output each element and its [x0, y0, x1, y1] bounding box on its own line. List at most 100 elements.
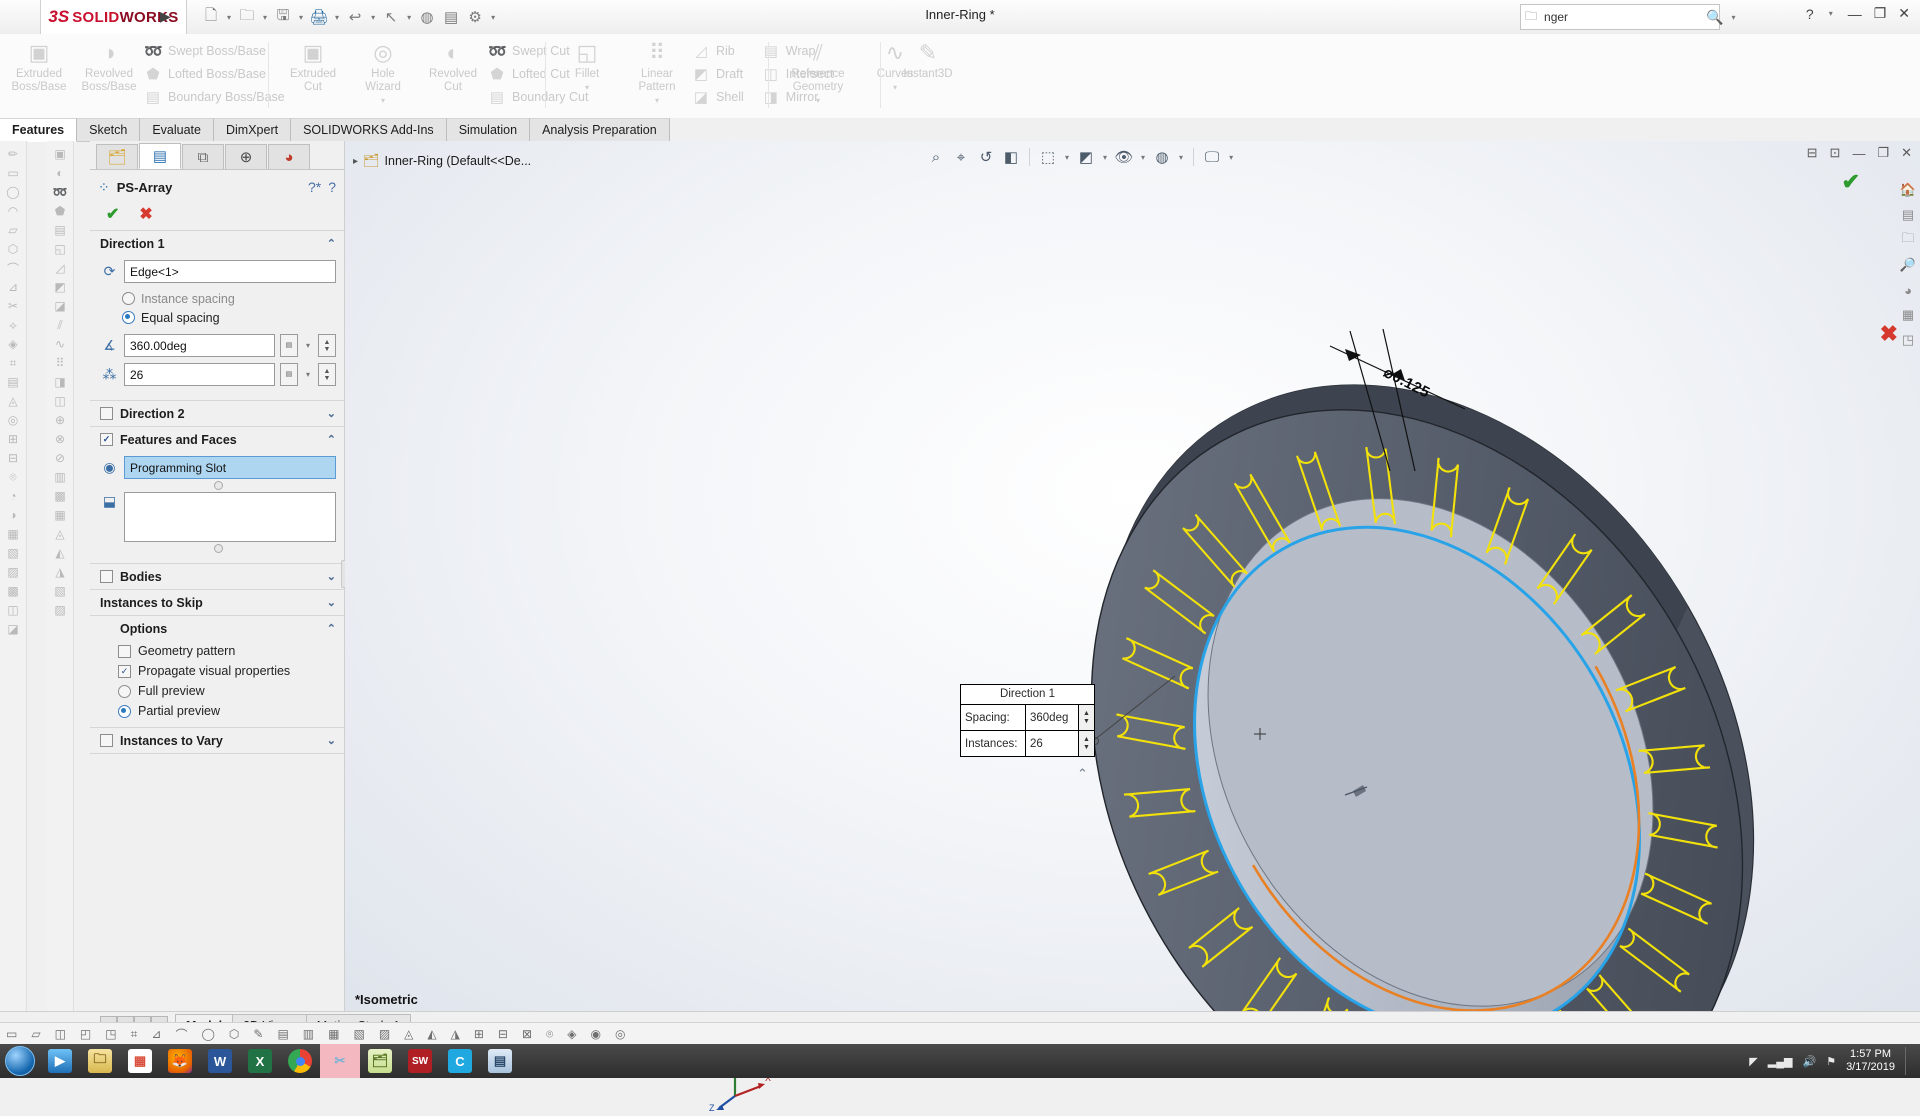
linear-pattern-dropdown-caret[interactable]: ▾: [655, 96, 659, 105]
fillet-dropdown-caret[interactable]: ▾: [585, 83, 589, 92]
sketch-tool-icon-1[interactable]: ✏: [4, 147, 23, 161]
status-icon-26[interactable]: ◎: [615, 1027, 625, 1041]
sketch-tool-icon-5[interactable]: ▱: [4, 223, 23, 237]
status-icon-25[interactable]: ◉: [590, 1027, 600, 1041]
status-icon-7[interactable]: ⊿: [151, 1027, 161, 1041]
status-icon-18[interactable]: ◭: [427, 1027, 436, 1041]
instances-input[interactable]: 26: [124, 363, 275, 386]
graphics-area[interactable]: ▸ 🗂 Inner-Ring (Default<<De... ⌕ ⌖ ↺ ◧ ⬚…: [345, 141, 1920, 1113]
revolved-cut-button[interactable]: ◐ Revolved Cut: [418, 36, 488, 94]
status-icon-20[interactable]: ⊞: [474, 1027, 484, 1041]
feature-tool-icon-11[interactable]: ∿: [51, 337, 70, 351]
close-button[interactable]: ✕: [1898, 5, 1910, 22]
full-preview-radio[interactable]: [118, 684, 131, 698]
help-icon[interactable]: ?: [328, 179, 336, 195]
callout-spacing-value[interactable]: 360deg: [1026, 705, 1078, 730]
status-icon-3[interactable]: ◫: [55, 1027, 66, 1041]
status-icon-12[interactable]: ▤: [277, 1027, 288, 1041]
excel-taskbar-icon[interactable]: X: [240, 1044, 280, 1078]
faces-input[interactable]: [124, 492, 336, 542]
direction1-callout[interactable]: Direction 1 Spacing: 360deg ▲ ▼ Instances…: [960, 684, 1095, 757]
feature-tool-icon-21[interactable]: ◬: [51, 527, 70, 541]
options-collapse-chevron[interactable]: ⌃: [327, 622, 336, 635]
extruded-cut-button[interactable]: ▣ Extruded Cut: [278, 36, 348, 94]
tab-solidworks-add-ins[interactable]: SOLIDWORKS Add-Ins: [291, 118, 447, 141]
tab-analysis-preparation[interactable]: Analysis Preparation: [530, 118, 670, 141]
angle-equation-toggle[interactable]: ▤: [279, 334, 298, 357]
propagate-visual-properties-option[interactable]: ✓ Propagate visual properties: [90, 661, 344, 681]
status-icon-19[interactable]: ◮: [451, 1027, 460, 1041]
reference-geometry-button[interactable]: ⫽ Reference Geometry ▾: [776, 36, 860, 106]
feature-tool-icon-12[interactable]: ⠿: [51, 356, 70, 370]
instances-equation-toggle[interactable]: ▤: [279, 363, 298, 386]
features-and-faces-collapse-chevron[interactable]: ⌃: [327, 433, 336, 446]
feature-tool-icon-19[interactable]: ▩: [51, 489, 70, 503]
show-desktop-button[interactable]: [1905, 1047, 1912, 1075]
feature-tool-icon-14[interactable]: ◫: [51, 394, 70, 408]
swept-boss-base-button[interactable]: ➿ Swept Boss/Base: [144, 41, 285, 60]
revolved-boss-base-button[interactable]: ◑ Revolved Boss/Base: [74, 36, 144, 94]
apps-taskbar-icon[interactable]: ▦: [120, 1044, 160, 1078]
sketch-tool-icon-23[interactable]: ▨: [4, 565, 23, 579]
shell-button[interactable]: ◪ Shell: [692, 87, 744, 106]
feature-tool-icon-7[interactable]: ◿: [51, 261, 70, 275]
sketch-tool-icon-18[interactable]: ⌾: [4, 470, 23, 484]
instant3d-button[interactable]: ✎ Instant3D: [888, 36, 968, 81]
search-box[interactable]: 🗀 🔍 ▾: [1520, 4, 1735, 30]
status-icon-24[interactable]: ◈: [567, 1027, 576, 1041]
accept-button[interactable]: ✔: [106, 204, 119, 224]
status-icon-2[interactable]: ▱: [31, 1027, 40, 1041]
status-icon-8[interactable]: ⌒: [175, 1026, 187, 1043]
feature-tool-icon-3[interactable]: ➿: [51, 185, 70, 199]
equal-spacing-radio[interactable]: [122, 311, 135, 324]
angle-input[interactable]: 360.00deg: [124, 334, 275, 357]
feature-tool-icon-18[interactable]: ▥: [51, 470, 70, 484]
sketch-tool-icon-8[interactable]: ⊿: [4, 280, 23, 294]
explorer-taskbar-icon[interactable]: 🗀: [80, 1044, 120, 1078]
sketch-tool-icon-25[interactable]: ◫: [4, 603, 23, 617]
status-icon-21[interactable]: ⊟: [498, 1027, 508, 1041]
sketch-tool-icon-21[interactable]: ▦: [4, 527, 23, 541]
sketch-tool-icon-2[interactable]: ▭: [4, 166, 23, 180]
equal-spacing-option[interactable]: Equal spacing: [100, 308, 336, 327]
geometry-pattern-checkbox[interactable]: [118, 644, 131, 658]
status-icon-22[interactable]: ⊠: [522, 1027, 532, 1041]
direction2-header[interactable]: Direction 2 ⌄: [90, 401, 344, 426]
chrome-taskbar-icon[interactable]: [280, 1044, 320, 1078]
feature-tool-icon-1[interactable]: ▣: [51, 147, 70, 161]
status-icon-14[interactable]: ▦: [328, 1027, 339, 1041]
status-icon-1[interactable]: ▭: [6, 1027, 17, 1041]
direction2-collapse-chevron[interactable]: ⌄: [327, 407, 336, 420]
status-icon-17[interactable]: ◬: [404, 1027, 413, 1041]
status-icon-16[interactable]: ▨: [379, 1027, 390, 1041]
hole-wizard-button[interactable]: ◎ Hole Wizard ▾: [348, 36, 418, 106]
sketch-tool-icon-20[interactable]: ◑: [4, 508, 23, 522]
feature-tool-icon-16[interactable]: ⊗: [51, 432, 70, 446]
sketch-tool-icon-4[interactable]: ◠: [4, 204, 23, 218]
sketch-tool-icon-15[interactable]: ◎: [4, 413, 23, 427]
configuration-manager-tab[interactable]: ⧉: [182, 144, 224, 169]
taskbar-clock[interactable]: 1:57 PM 3/17/2019: [1846, 1048, 1895, 1074]
draft-button[interactable]: ◩ Draft: [692, 64, 744, 83]
direction2-checkbox[interactable]: [100, 407, 113, 420]
options-header[interactable]: Options ⌃: [90, 616, 344, 641]
reference-geometry-dropdown-caret[interactable]: ▾: [816, 96, 820, 105]
direction1-collapse-chevron[interactable]: ⌃: [327, 237, 336, 250]
sketch-tool-icon-6[interactable]: ⬡: [4, 242, 23, 256]
volume-icon[interactable]: 🔊: [1802, 1055, 1816, 1068]
linear-pattern-button[interactable]: ⠿ Linear Pattern ▾: [622, 36, 692, 106]
bodies-checkbox[interactable]: [100, 570, 113, 583]
search-input[interactable]: [1542, 9, 1702, 25]
propagate-visual-properties-checkbox[interactable]: ✓: [118, 664, 131, 678]
bodies-header[interactable]: Bodies ⌄: [90, 564, 344, 589]
word-taskbar-icon[interactable]: W: [200, 1044, 240, 1078]
instances-to-vary-header[interactable]: Instances to Vary ⌄: [90, 728, 344, 753]
partial-preview-radio[interactable]: [118, 704, 131, 718]
direction1-header[interactable]: Direction 1 ⌃: [90, 231, 344, 256]
sketch-tool-icon-3[interactable]: ◯: [4, 185, 23, 199]
instances-to-skip-header[interactable]: Instances to Skip ⌄: [90, 590, 344, 615]
solidworks-taskbar-icon[interactable]: SW: [400, 1044, 440, 1078]
feature-tool-icon-17[interactable]: ⊘: [51, 451, 70, 465]
instance-spacing-option[interactable]: Instance spacing: [100, 289, 336, 308]
sketch-tool-icon-13[interactable]: ▤: [4, 375, 23, 389]
